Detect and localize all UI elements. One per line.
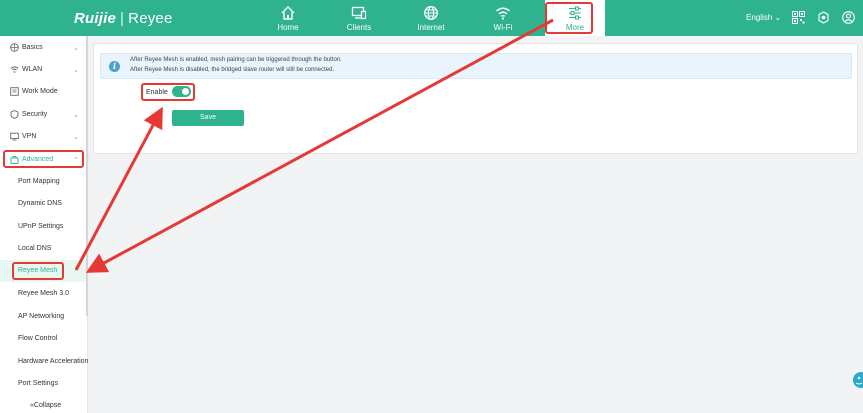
annotation-highlight-enable (141, 83, 195, 101)
sidebar: Basics ⌄ WLAN ⌄ Work Mode Security ⌄ VPN… (0, 36, 88, 413)
sidebar-item-security[interactable]: Security ⌄ (0, 104, 88, 126)
nav-home-label: Home (277, 23, 299, 32)
assistant-icon[interactable] (852, 371, 863, 389)
nav-wifi-label: Wi-Fi (493, 23, 513, 32)
sidebar-item-label: Basics (22, 44, 43, 51)
shield-icon (10, 110, 19, 119)
sidebar-item-wlan[interactable]: WLAN ⌄ (0, 59, 88, 81)
top-nav-bar: Ruijie | Reyee Home Clients Internet Wi-… (0, 0, 863, 36)
chevron-down-icon: ⌄ (73, 112, 79, 119)
annotation-highlight-advanced (3, 150, 84, 168)
logo-reyee: Reyee (128, 9, 173, 27)
sidebar-item-vpn[interactable]: VPN ⌄ (0, 126, 88, 148)
home-icon (281, 6, 295, 20)
info-banner: i After Reyee Mesh is enabled, mesh pair… (100, 53, 852, 79)
sidebar-item-label: Security (22, 111, 48, 118)
wifi-icon (496, 7, 510, 20)
nav-home[interactable]: Home (253, 0, 323, 36)
chevron-down-icon: ⌄ (73, 134, 79, 141)
sidebar-item-label: Work Mode (22, 88, 58, 95)
info-text-line-2: After Reyee Mesh is disabled, the bridge… (130, 67, 335, 73)
nav-clients[interactable]: Clients (324, 0, 394, 36)
sidebar-item-basics[interactable]: Basics ⌄ (0, 37, 88, 59)
collapse-sidebar-button[interactable]: «Collapse (30, 402, 61, 409)
nav-internet-label: Internet (417, 23, 445, 32)
network-tools-icon[interactable] (817, 11, 830, 24)
vpn-icon (10, 132, 19, 141)
sidebar-subitem-port-mapping[interactable]: Port Mapping (0, 171, 88, 193)
reyee-mesh-panel: i After Reyee Mesh is enabled, mesh pair… (93, 43, 858, 154)
sidebar-item-work-mode[interactable]: Work Mode (0, 81, 88, 103)
nav-clients-label: Clients (346, 23, 372, 32)
globe-icon (424, 6, 438, 20)
logo-ruijie: Ruijie (74, 9, 117, 27)
sidebar-subitem-ap-networking[interactable]: AP Networking (0, 306, 88, 328)
sidebar-subitem-port-settings[interactable]: Port Settings (0, 373, 88, 395)
nav-wifi[interactable]: Wi-Fi (468, 0, 538, 36)
info-text-line-1: After Reyee Mesh is enabled, mesh pairin… (130, 57, 342, 63)
annotation-highlight-more (545, 2, 593, 34)
globe-icon (10, 43, 19, 52)
sidebar-subitem-reyee-mesh-3[interactable]: Reyee Mesh 3.0 (0, 283, 88, 305)
qr-code-icon[interactable] (792, 11, 805, 24)
account-icon[interactable] (842, 11, 855, 24)
sidebar-scrollbar[interactable] (86, 36, 88, 316)
logo-separator: | (120, 9, 125, 27)
chevron-down-icon: ⌄ (73, 45, 79, 52)
sidebar-subitem-upnp[interactable]: UPnP Settings (0, 216, 88, 238)
wifi-icon (10, 66, 19, 73)
work-mode-icon (10, 87, 19, 96)
sidebar-subitem-local-dns[interactable]: Local DNS (0, 238, 88, 260)
sidebar-subitem-hardware-acceleration[interactable]: Hardware Acceleration (0, 351, 88, 373)
info-icon: i (109, 61, 120, 72)
brand-logo: Ruijie | Reyee (74, 9, 173, 27)
nav-internet[interactable]: Internet (396, 0, 466, 36)
sidebar-item-label: WLAN (22, 66, 43, 73)
annotation-highlight-reyee-mesh (12, 262, 64, 280)
language-select[interactable]: English ⌄ (746, 13, 781, 22)
sidebar-subitem-flow-control[interactable]: Flow Control (0, 328, 88, 350)
devices-icon (351, 6, 367, 20)
chevron-down-icon: ⌄ (73, 67, 79, 74)
sidebar-subitem-dynamic-dns[interactable]: Dynamic DNS (0, 193, 88, 215)
sidebar-item-label: VPN (22, 133, 37, 140)
save-button[interactable]: Save (172, 110, 244, 126)
